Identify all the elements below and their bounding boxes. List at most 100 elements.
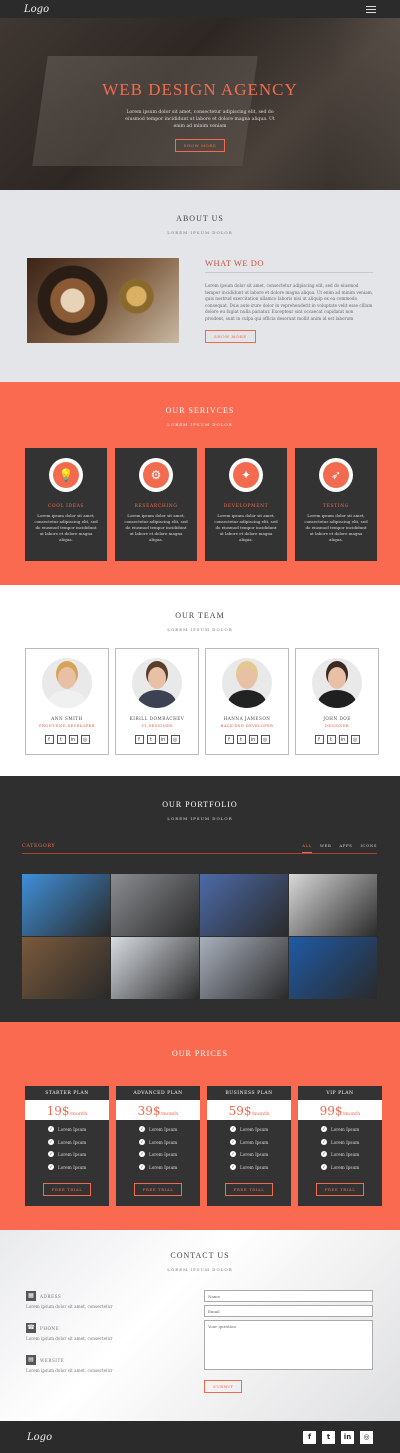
hamburger-menu-icon[interactable]	[366, 5, 376, 13]
contact-label: PHONE	[40, 1325, 60, 1331]
portfolio-item[interactable]	[200, 937, 288, 999]
plan-name: VIP PLAN	[326, 1091, 354, 1096]
price-period: /month	[69, 1111, 88, 1117]
linkedin-icon[interactable]: in	[68, 735, 78, 744]
logo[interactable]: Logo	[24, 4, 49, 15]
feature-list: ✓ Lorem Ipsum ✓ Lorem Ipsum ✓ Lorem Ipsum ✓ Lor…	[116, 1120, 200, 1176]
facebook-icon[interactable]: f	[224, 735, 234, 744]
feature-item: ✓ Lorem Ipsum	[139, 1138, 200, 1152]
about-show-more-button[interactable]: SHOW MORE	[205, 330, 256, 343]
what-we-do-heading: WHAT WE DO	[205, 258, 373, 273]
linkedin-icon[interactable]: in	[341, 1430, 354, 1444]
member-role: FRONT-END DEVELOPER	[39, 724, 95, 728]
portfolio-item[interactable]	[111, 937, 199, 999]
filter-apps[interactable]: APPS	[339, 843, 352, 853]
name-input[interactable]: Name	[204, 1290, 373, 1302]
twitter-icon[interactable]: t	[146, 735, 156, 744]
question-textarea[interactable]: Your question	[204, 1320, 373, 1370]
filter-all[interactable]: ALL	[302, 843, 312, 853]
facebook-icon[interactable]: f	[314, 735, 324, 744]
linkedin-icon[interactable]: in	[338, 735, 348, 744]
contact-form: Name Email Your question SUBMIT	[204, 1290, 373, 1393]
feature-label: Lorem Ipsum	[240, 1152, 269, 1157]
free-trial-button[interactable]: FREE TRIAL	[224, 1183, 274, 1196]
twitter-icon[interactable]: t	[236, 735, 246, 744]
price-amount: 99$	[319, 1104, 343, 1118]
gears-icon: ⚙	[143, 462, 169, 488]
price-card: STARTER PLAN 19$/month ✓ Lorem Ipsum ✓ Lorem …	[25, 1086, 109, 1206]
feature-item: ✓ Lorem Ipsum	[230, 1163, 291, 1177]
plan-price: 59$/month	[207, 1100, 291, 1120]
free-trial-button[interactable]: FREE TRIAL	[42, 1183, 92, 1196]
footer: Logo f t in ◎	[0, 1421, 400, 1453]
team-member-card: KIRILL DOMRACHEV UI DESIGNER f t in ◎	[115, 648, 199, 755]
twitter-icon[interactable]: t	[56, 735, 66, 744]
contact-info-item: ▦ ADRESS Lorem ipsum dolor sit amet, conse…	[26, 1291, 176, 1309]
service-text: Lorem ipsum dolor sit amet, consectetur …	[34, 513, 98, 542]
feature-item: ✓ Lorem Ipsum	[48, 1151, 109, 1164]
facebook-icon[interactable]: f	[303, 1430, 316, 1444]
contact-value: Lorem ipsum dolor sit amet, consectetur	[26, 1336, 113, 1341]
hero-show-more-button[interactable]: SHOW MORE	[174, 139, 226, 152]
filter-web[interactable]: WEB	[320, 843, 331, 853]
email-input[interactable]: Email	[204, 1305, 373, 1317]
free-trial-button[interactable]: FREE TRIAL	[133, 1183, 183, 1196]
price-period: /month	[160, 1111, 179, 1117]
plan-name: ADVANCED PLAN	[133, 1091, 183, 1096]
check-icon: ✓	[48, 1163, 54, 1170]
check-icon: ✓	[321, 1126, 327, 1132]
dribbble-icon[interactable]: ◎	[170, 735, 180, 744]
contact-title: CONTACT US	[170, 1251, 230, 1260]
feature-list: ✓ Lorem Ipsum ✓ Lorem Ipsum ✓ Lorem Ipsum ✓ Lor…	[298, 1120, 382, 1176]
portfolio-item[interactable]	[200, 874, 288, 936]
plan-price: 99$/month	[298, 1100, 382, 1120]
team-member-card: JOHN DOE DESIGNER f t in ◎	[295, 648, 379, 755]
twitter-icon[interactable]: t	[322, 1430, 335, 1444]
price-card: ADVANCED PLAN 39$/month ✓ Lorem Ipsum ✓ Lorem…	[116, 1086, 200, 1206]
portfolio-title: OUR PORTFOLIO	[162, 800, 238, 809]
portfolio-item[interactable]	[111, 874, 199, 936]
footer-logo[interactable]: Logo	[27, 1432, 52, 1443]
social-links: f t in ◎	[206, 735, 288, 744]
feature-label: Lorem Ipsum	[58, 1139, 87, 1145]
feature-label: Lorem Ipsum	[149, 1152, 178, 1157]
check-icon: ✓	[139, 1151, 145, 1157]
price-amount: 39$	[137, 1104, 161, 1118]
contact-label: WEBSITE	[40, 1357, 65, 1363]
dribbble-icon[interactable]: ◎	[360, 1430, 373, 1444]
submit-button[interactable]: SUBMIT	[204, 1380, 243, 1393]
service-card: ➶ TESTING Lorem ipsum dolor sit amet, cons…	[295, 448, 377, 561]
service-card: 💡 COOL IDEAS Lorem ipsum dolor sit amet, c…	[25, 448, 107, 561]
avatar	[222, 658, 272, 708]
check-icon: ✓	[230, 1163, 236, 1170]
member-name: HANNA JAMESON	[223, 716, 271, 721]
facebook-icon[interactable]: f	[44, 735, 54, 744]
check-icon: ✓	[139, 1163, 145, 1170]
portfolio-item[interactable]	[289, 937, 377, 999]
check-icon: ✓	[321, 1138, 327, 1145]
feature-list: ✓ Lorem Ipsum ✓ Lorem Ipsum ✓ Lorem Ipsum ✓ Lor…	[207, 1120, 291, 1176]
dribbble-icon[interactable]: ◎	[80, 735, 90, 744]
free-trial-button[interactable]: FREE TRIAL	[315, 1183, 365, 1196]
hero-title: WEB DESIGN AGENCY	[102, 80, 298, 99]
linkedin-icon[interactable]: in	[158, 735, 168, 744]
price-card: VIP PLAN 99$/month ✓ Lorem Ipsum ✓ Lorem Ipsu…	[298, 1086, 382, 1206]
feature-label: Lorem Ipsum	[149, 1164, 178, 1170]
portfolio-item[interactable]	[22, 874, 110, 936]
services-subtitle: LOREM IPSUM DOLOR	[167, 422, 233, 427]
lightbulb-icon: 💡	[53, 462, 79, 488]
contact-value: Lorem ipsum dolor sit amet, consectetur	[26, 1304, 113, 1309]
dribbble-icon[interactable]: ◎	[260, 735, 270, 744]
dribbble-icon[interactable]: ◎	[350, 735, 360, 744]
facebook-icon[interactable]: f	[134, 735, 144, 744]
filter-icons[interactable]: ICONS	[360, 843, 377, 853]
about-title: ABOUT US	[176, 214, 224, 223]
portfolio-item[interactable]	[22, 937, 110, 999]
twitter-icon[interactable]: t	[326, 735, 336, 744]
coffee-image	[27, 258, 179, 343]
price-period: /month	[251, 1111, 270, 1117]
plan-name: STARTER PLAN	[45, 1091, 89, 1096]
feature-list: ✓ Lorem Ipsum ✓ Lorem Ipsum ✓ Lorem Ipsum ✓ Lor…	[25, 1120, 109, 1176]
linkedin-icon[interactable]: in	[248, 735, 258, 744]
portfolio-item[interactable]	[289, 874, 377, 936]
